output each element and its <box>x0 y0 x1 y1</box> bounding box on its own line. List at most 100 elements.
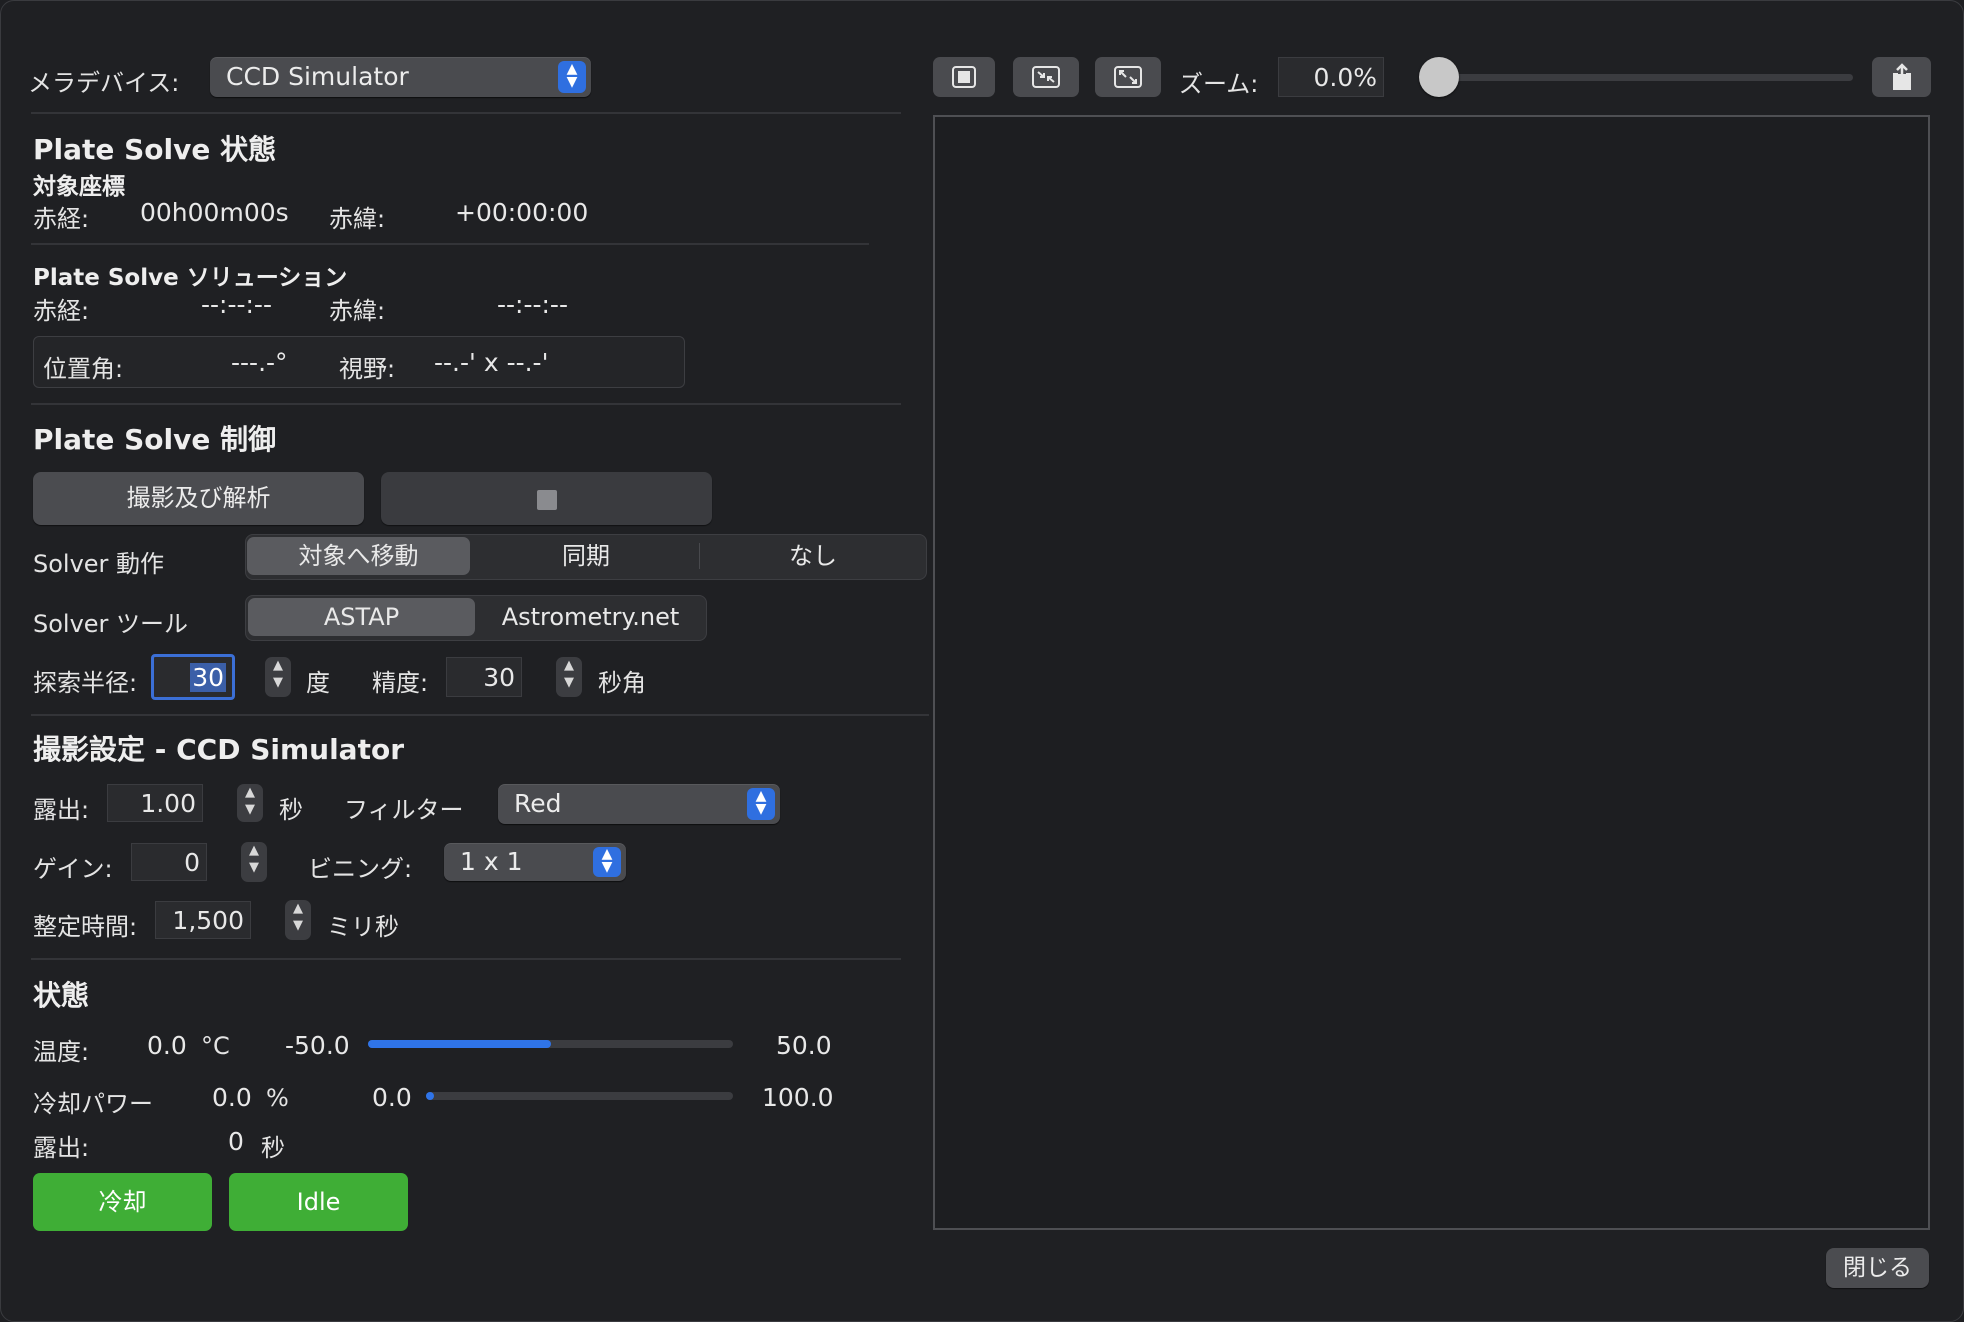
cooler-bar-fill <box>426 1092 434 1100</box>
chevron-updown-icon: ▲ ▼ <box>593 847 621 877</box>
fov-value: --.-' x --.-' <box>434 348 549 377</box>
radius-stepper[interactable]: ▲ ▼ <box>265 657 291 697</box>
state-exposure-label: 露出: <box>33 1134 90 1162</box>
cooler-label: 冷却パワー <box>33 1090 153 1118</box>
divider <box>31 403 901 405</box>
plate-solve-window: メラデバイス: CCD Simulator ▲ ▼ Plate Solve 状態 … <box>0 0 1964 1322</box>
device-label: メラデバイス: <box>28 69 180 97</box>
binning-label: ビニング: <box>308 855 413 883</box>
solution-dec-label: 赤緯: <box>329 297 386 325</box>
radius-input[interactable]: 30 <box>151 654 235 700</box>
cooler-unit: % <box>266 1084 289 1112</box>
fov-label: 視野: <box>339 355 396 383</box>
accuracy-unit: 秒角 <box>598 669 646 697</box>
state-exposure-unit: 秒 <box>261 1134 285 1162</box>
settle-unit: ミリ秒 <box>327 913 399 941</box>
zoom-input[interactable]: 0.0% <box>1278 57 1384 97</box>
zoom-label: ズーム: <box>1179 70 1259 98</box>
filter-select[interactable]: Red ▲ ▼ <box>498 784 780 824</box>
cooler-min: 0.0 <box>372 1083 412 1112</box>
idle-button[interactable]: Idle <box>229 1173 408 1231</box>
temp-unit: °C <box>201 1032 230 1060</box>
target-dec-value: +00:00:00 <box>455 198 589 227</box>
radius-input-value: 30 <box>190 663 226 692</box>
capture-solve-button[interactable]: 撮影及び解析 <box>33 472 364 525</box>
fit-icon <box>952 66 976 88</box>
radius-unit: 度 <box>306 669 330 697</box>
device-select[interactable]: CCD Simulator ▲ ▼ <box>210 57 591 97</box>
share-icon <box>1892 63 1911 90</box>
solution-box: 位置角: ---.-° 視野: --.-' x --.-' <box>33 336 685 388</box>
temp-max: 50.0 <box>776 1031 832 1060</box>
zoom-slider[interactable] <box>1419 57 1853 97</box>
temp-label: 温度: <box>33 1038 90 1066</box>
solver-tool-astap[interactable]: ASTAP <box>248 598 475 636</box>
accuracy-input[interactable]: 30 <box>446 657 522 697</box>
chevron-updown-icon: ▲ ▼ <box>747 788 775 820</box>
solver-action-goto[interactable]: 対象へ移動 <box>247 537 470 575</box>
solver-tool-label: Solver ツール <box>33 610 189 638</box>
filter-label: フィルター <box>344 796 464 824</box>
target-ra-value: 00h00m00s <box>140 198 289 227</box>
chevron-updown-icon: ▲ ▼ <box>558 61 586 93</box>
exposure-unit: 秒 <box>279 796 303 824</box>
solution-dec-value: --:--:-- <box>497 290 568 319</box>
solver-action-segmented: 対象へ移動 同期 なし <box>245 534 927 580</box>
filter-select-value: Red <box>514 789 562 818</box>
cooler-bar <box>426 1092 733 1100</box>
capture-title: 撮影設定 - CCD Simulator <box>33 733 405 766</box>
zoom-slider-knob[interactable] <box>1419 57 1459 97</box>
settle-label: 整定時間: <box>33 913 138 941</box>
cooler-value: 0.0 <box>212 1083 252 1112</box>
solution-ra-label: 赤経: <box>33 297 90 325</box>
exposure-stepper[interactable]: ▲ ▼ <box>237 784 263 822</box>
solver-action-none[interactable]: なし <box>700 535 926 577</box>
radius-label: 探索半径: <box>33 669 138 697</box>
exposure-input[interactable]: 1.00 <box>107 784 203 822</box>
shrink-button[interactable] <box>1013 57 1079 97</box>
solution-title: Plate Solve ソリューション <box>33 265 348 291</box>
solver-tool-segmented: ASTAP Astrometry.net <box>245 595 707 641</box>
target-heading: 対象座標 <box>33 174 125 200</box>
temp-bar-fill <box>368 1040 551 1048</box>
settle-input[interactable]: 1,500 <box>155 901 251 939</box>
accuracy-label: 精度: <box>372 669 429 697</box>
stop-button[interactable] <box>381 472 712 525</box>
binning-select[interactable]: 1 x 1 ▲ ▼ <box>444 843 626 881</box>
device-select-value: CCD Simulator <box>226 62 409 91</box>
binning-select-value: 1 x 1 <box>460 847 523 876</box>
shrink-icon <box>1032 66 1060 88</box>
close-button[interactable]: 閉じる <box>1826 1248 1929 1288</box>
gain-stepper[interactable]: ▲ ▼ <box>241 842 267 882</box>
accuracy-stepper[interactable]: ▲ ▼ <box>556 657 582 697</box>
divider <box>31 112 901 114</box>
solver-tool-astrometry[interactable]: Astrometry.net <box>477 596 704 638</box>
temp-bar <box>368 1040 733 1048</box>
divider <box>31 243 869 245</box>
target-dec-label: 赤緯: <box>329 205 386 233</box>
state-title: 状態 <box>33 979 90 1012</box>
expand-button[interactable] <box>1095 57 1161 97</box>
state-exposure-value: 0 <box>228 1127 244 1156</box>
share-button[interactable] <box>1872 57 1931 97</box>
pa-label: 位置角: <box>43 355 124 383</box>
cooler-max: 100.0 <box>762 1083 834 1112</box>
exposure-label: 露出: <box>33 796 90 824</box>
image-viewer[interactable] <box>933 115 1930 1230</box>
temp-min: -50.0 <box>285 1031 350 1060</box>
settle-stepper[interactable]: ▲ ▼ <box>285 900 311 940</box>
stop-icon <box>537 490 557 510</box>
divider <box>31 714 929 716</box>
expand-icon <box>1114 66 1142 88</box>
gain-label: ゲイン: <box>33 855 113 883</box>
gain-input[interactable]: 0 <box>131 843 207 881</box>
control-title: Plate Solve 制御 <box>33 423 277 456</box>
cool-button[interactable]: 冷却 <box>33 1173 212 1231</box>
divider <box>31 958 901 960</box>
solver-action-label: Solver 動作 <box>33 550 165 578</box>
solution-ra-value: --:--:-- <box>201 290 272 319</box>
status-title: Plate Solve 状態 <box>33 133 277 166</box>
fit-button[interactable] <box>933 57 995 97</box>
temp-value: 0.0 <box>147 1031 187 1060</box>
solver-action-sync[interactable]: 同期 <box>473 535 699 577</box>
